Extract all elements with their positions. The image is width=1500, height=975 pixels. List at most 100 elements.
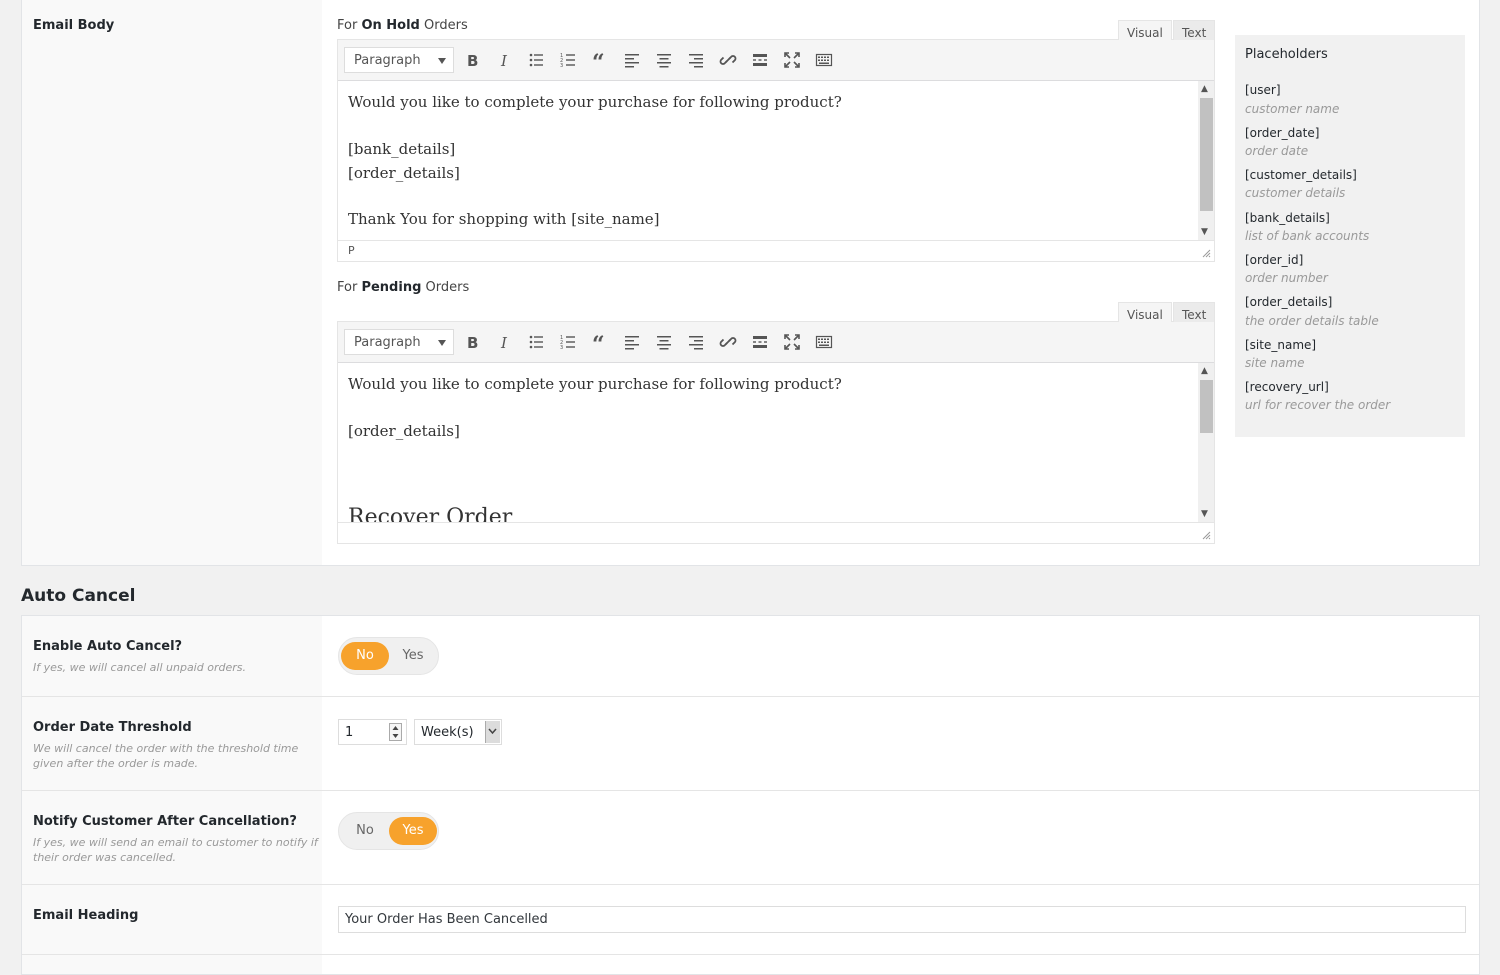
placeholders-title: Placeholders [1245,47,1328,62]
bold-button[interactable]: B [460,48,484,72]
content-line: Would you like to complete your purchase… [348,93,842,111]
email-body-label: Email Body [33,18,115,33]
tab-text[interactable]: Text [1173,20,1216,40]
tab-visual[interactable]: Visual [1118,302,1172,322]
link-button[interactable] [716,48,740,72]
threshold-number-input[interactable]: 1 [338,719,407,745]
align-right-button[interactable] [684,330,708,354]
align-right-button[interactable] [684,48,708,72]
placeholder-desc: site name [1245,356,1305,370]
toolbar-toggle-icon [815,53,833,67]
toggle-option-yes[interactable]: Yes [389,817,437,845]
placeholders-box: Placeholders [user] customer name [order… [1235,35,1465,437]
threshold-unit-select[interactable]: Week(s) [414,719,502,745]
element-path[interactable]: P [348,244,355,257]
link-button[interactable] [716,330,740,354]
resize-grip-icon[interactable] [1202,531,1211,540]
editor-content[interactable]: Would you like to complete your purchase… [338,81,1214,240]
notify-customer-toggle[interactable]: No Yes [338,812,439,850]
read-more-button[interactable] [748,330,772,354]
scroll-thumb[interactable] [1200,98,1213,211]
content-heading: Recover Order [348,505,513,522]
read-more-icon [753,54,767,66]
content-line: [bank_details] [348,140,456,158]
editor-content[interactable]: Would you like to complete your purchase… [338,363,1214,522]
pending-editor-label: For Pending Orders [337,280,470,295]
stepper-arrows-icon[interactable] [390,724,401,740]
align-left-button[interactable] [620,330,644,354]
notify-customer-desc: If yes, we will send an email to custome… [33,836,318,864]
italic-button[interactable]: I [492,330,516,354]
read-more-icon [753,336,767,348]
toggle-option-no[interactable]: No [341,642,389,670]
placeholder-code: [order_date] [1245,126,1320,140]
scroll-thumb[interactable] [1200,380,1213,433]
scroll-down-icon[interactable]: ▼ [1201,227,1208,237]
blockquote-button[interactable]: “ [588,330,612,354]
row-divider [22,696,1479,697]
placeholder-desc: order number [1245,271,1328,285]
editor-scrollbar[interactable]: ▲ ▼ [1198,81,1214,240]
numbered-list-icon: 123 [560,335,575,351]
editor-scrollbar[interactable]: ▲ ▼ [1198,363,1214,522]
enable-auto-cancel-label: Enable Auto Cancel? [33,639,183,654]
tab-text[interactable]: Text [1173,302,1216,322]
chevron-down-icon [438,58,446,64]
format-select[interactable]: Paragraph [344,329,454,355]
italic-icon: I [500,52,508,69]
scroll-down-icon[interactable]: ▼ [1201,509,1208,519]
placeholder-code: [site_name] [1245,338,1317,352]
placeholder-code: [recovery_url] [1245,380,1329,394]
placeholder-code: [customer_details] [1245,168,1357,182]
svg-text:B: B [467,334,478,351]
bullet-list-icon [529,53,543,67]
content-line: [order_details] [348,164,460,182]
toolbar-toggle-button[interactable] [812,48,836,72]
svg-text:I: I [500,52,508,69]
italic-icon: I [500,334,508,351]
pending-editor: Visual Text Paragraph B I 1 2 3 “ Would you l… [337,302,1216,544]
bullet-list-button[interactable] [524,48,548,72]
placeholder-desc: customer details [1245,186,1346,200]
tab-visual[interactable]: Visual [1118,20,1172,40]
enable-auto-cancel-toggle[interactable]: No Yes [338,637,439,675]
toolbar-toggle-button[interactable] [812,330,836,354]
align-right-icon [689,336,703,350]
blockquote-button[interactable]: “ [588,48,612,72]
bullet-list-button[interactable] [524,330,548,354]
fullscreen-icon [784,52,800,68]
italic-button[interactable]: I [492,48,516,72]
label-column [22,0,322,565]
number-stepper[interactable] [389,723,402,741]
scroll-up-icon[interactable]: ▲ [1201,84,1208,94]
svg-text:B: B [467,52,478,69]
align-left-button[interactable] [620,48,644,72]
svg-text:“: “ [592,333,605,351]
numbered-list-button[interactable]: 123 [556,330,580,354]
chevron-down-icon [488,728,497,735]
editor-statusbar [338,522,1214,543]
bullet-list-icon [529,335,543,349]
toggle-option-no[interactable]: No [341,817,389,845]
bold-icon: B [467,52,478,69]
svg-text:I: I [500,334,508,351]
numbered-list-button[interactable]: 123 [556,48,580,72]
link-icon [719,55,737,65]
bold-button[interactable]: B [460,330,484,354]
toggle-option-yes[interactable]: Yes [389,642,437,670]
align-right-icon [689,54,703,68]
resize-grip-icon[interactable] [1202,249,1211,258]
align-left-icon [625,336,639,350]
format-select[interactable]: Paragraph [344,47,454,73]
email-heading-input[interactable]: Your Order Has Been Cancelled [338,906,1466,933]
fullscreen-button[interactable] [780,48,804,72]
align-center-button[interactable] [652,48,676,72]
placeholder-code: [order_id] [1245,253,1304,267]
scroll-up-icon[interactable]: ▲ [1201,366,1208,376]
align-center-button[interactable] [652,330,676,354]
bold-icon: B [467,334,478,351]
fullscreen-button[interactable] [780,330,804,354]
editor-statusbar: P [338,240,1214,261]
read-more-button[interactable] [748,48,772,72]
dropdown-arrow[interactable] [485,721,500,743]
